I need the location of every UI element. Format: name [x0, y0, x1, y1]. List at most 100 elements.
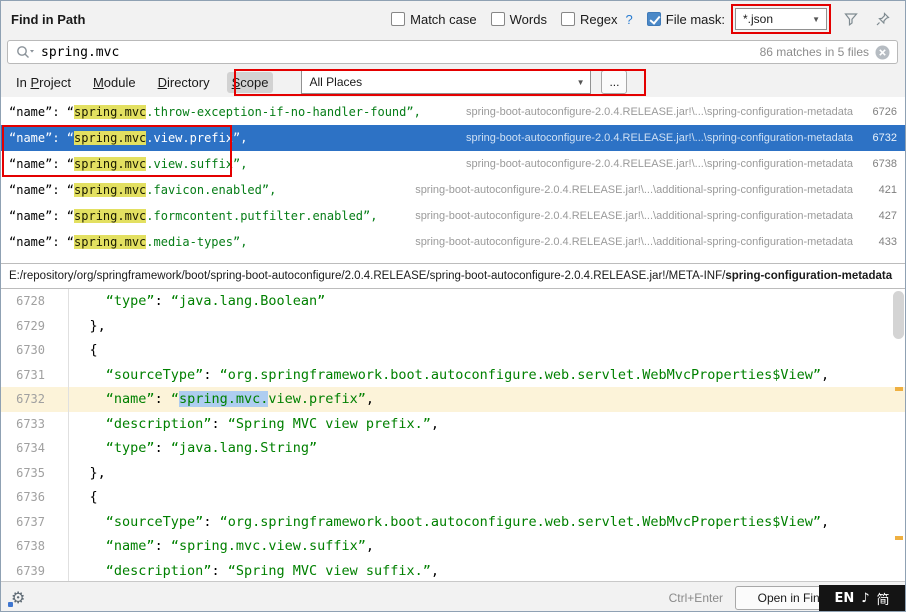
file-mask-option[interactable]: File mask:: [647, 12, 725, 27]
words-checkbox[interactable]: [491, 12, 505, 26]
pin-icon: [875, 11, 891, 27]
code-token: [57, 391, 106, 407]
code-token: “name”: [106, 538, 155, 554]
clear-search-icon[interactable]: [875, 45, 890, 60]
regex-checkbox[interactable]: [561, 12, 575, 26]
search-match-highlight: spring.mvc: [74, 209, 146, 223]
tab-text: roject: [39, 75, 71, 90]
code-token: :: [155, 293, 171, 309]
editor-line: 6730 {: [1, 338, 905, 363]
words-option[interactable]: Words: [491, 12, 547, 27]
tab-mnemonic: M: [93, 75, 104, 90]
code-token: },: [57, 465, 106, 481]
scope-tab-scope[interactable]: Scope: [227, 72, 274, 93]
line-number: 6739: [1, 564, 57, 578]
regex-help-link[interactable]: ?: [626, 12, 633, 27]
pin-button[interactable]: [871, 7, 895, 31]
regex-option[interactable]: Regex ?: [561, 12, 633, 27]
result-row[interactable]: “name”: “spring.mvc.throw-exception-if-n…: [1, 99, 905, 125]
chevron-down-icon: ▼: [571, 78, 591, 87]
match-case-label: Match case: [410, 12, 476, 27]
code-token: },: [57, 318, 106, 334]
line-number: 6733: [1, 417, 57, 431]
code-token: [57, 416, 106, 432]
ime-language-indicator[interactable]: EN ♪ 简: [819, 585, 905, 611]
code-token: :: [211, 416, 227, 432]
editor-scrollbar[interactable]: [893, 291, 904, 339]
scope-tab-directory[interactable]: Directory: [153, 72, 215, 93]
result-code-prefix: “name”: “: [9, 235, 74, 249]
file-mask-combobox[interactable]: *.json ▼: [735, 8, 827, 30]
search-options: Match case Words Regex ? File mask: *.js…: [377, 4, 895, 34]
scope-value: All Places: [309, 75, 362, 89]
code-token: {: [57, 489, 98, 505]
code-token: :: [203, 514, 219, 530]
error-stripe-mark[interactable]: [895, 536, 903, 540]
editor-line: 6728 “type”: “java.lang.Boolean”: [1, 289, 905, 314]
code-token: ,: [366, 538, 374, 554]
file-mask-value: *.json: [743, 12, 773, 26]
code-token: ,: [821, 367, 829, 383]
file-mask-label: File mask:: [666, 12, 725, 27]
line-number: 6728: [1, 294, 57, 308]
search-input[interactable]: spring.mvc 86 matches in 5 files: [7, 40, 898, 64]
line-number: 6729: [1, 319, 57, 333]
browse-scopes-button[interactable]: ...: [601, 70, 627, 94]
result-code-prefix: “name”: “: [9, 105, 74, 119]
settings-gear-button[interactable]: ⚙: [11, 590, 25, 606]
ime-icon: ♪: [861, 591, 869, 606]
code-token: :: [203, 367, 219, 383]
code-token: [57, 367, 106, 383]
file-path-prefix: E:/repository/org/springframework/boot/s…: [9, 270, 725, 282]
result-code-prefix: “name”: “: [9, 131, 74, 145]
settings-badge: [8, 602, 13, 607]
code-token: “type”: [106, 440, 155, 456]
scope-tab-module[interactable]: Module: [88, 72, 141, 93]
statusbar: ⚙ Ctrl+Enter Open in Find Window: [1, 581, 905, 612]
gutter-separator: [68, 289, 69, 581]
result-row[interactable]: “name”: “spring.mvc.favicon.enabled”, spr…: [1, 177, 905, 203]
editor-line: 6731 “sourceType”: “org.springframework.…: [1, 363, 905, 388]
result-row[interactable]: “name”: “spring.mvc.view.suffix”,spring-…: [1, 151, 905, 177]
code-token: ,: [821, 514, 829, 530]
result-file: spring-boot-autoconfigure-2.0.4.RELEASE.…: [466, 132, 853, 144]
code-token: “description”: [106, 416, 212, 432]
ime-cn: 简: [877, 589, 890, 608]
code-token: “name”: [106, 391, 155, 407]
line-number: 6732: [1, 392, 57, 406]
editor-line: 6734 “type”: “java.lang.String”: [1, 436, 905, 461]
line-code: “name”: “spring.mvc.view.prefix”,: [57, 391, 374, 407]
result-code-prefix: “name”: “: [9, 157, 74, 171]
result-code-suffix: .formcontent.putfilter.enabled”,: [146, 209, 377, 223]
result-file: spring-boot-autoconfigure-2.0.4.RELEASE.…: [415, 184, 853, 196]
match-case-checkbox[interactable]: [391, 12, 405, 26]
result-row[interactable]: “name”: “spring.mvc.media-types”,spring-…: [1, 229, 905, 255]
line-number: 6730: [1, 343, 57, 357]
code-token: “type”: [106, 293, 155, 309]
error-stripe-mark[interactable]: [895, 387, 903, 391]
result-code: “name”: “spring.mvc.view.prefix”,: [9, 131, 247, 145]
file-mask-checkbox[interactable]: [647, 12, 661, 26]
filter-button[interactable]: [839, 7, 863, 31]
code-token: :: [155, 440, 171, 456]
code-token: :: [155, 391, 171, 407]
editor-line: 6737 “sourceType”: “org.springframework.…: [1, 510, 905, 535]
result-row[interactable]: “name”: “spring.mvc.view.prefix”, spring-…: [1, 125, 905, 151]
editor-preview[interactable]: 6728 “type”: “java.lang.Boolean”6729 },6…: [1, 289, 905, 581]
editor-line: 6729 },: [1, 314, 905, 339]
match-case-option[interactable]: Match case: [391, 12, 476, 27]
code-token: :: [211, 563, 227, 579]
result-file: spring-boot-autoconfigure-2.0.4.RELEASE.…: [466, 106, 853, 118]
search-match-highlight: spring.mvc: [74, 157, 146, 171]
tab-mnemonic: P: [30, 75, 39, 90]
ime-lang: EN: [834, 591, 854, 606]
line-code: {: [57, 489, 98, 505]
line-number: 6731: [1, 368, 57, 382]
result-code: “name”: “spring.mvc.favicon.enabled”,: [9, 183, 276, 197]
scope-combobox[interactable]: All Places ▼: [301, 70, 591, 94]
code-token: {: [57, 342, 98, 358]
shortcut-hint: Ctrl+Enter: [669, 591, 723, 605]
result-code-suffix: .view.suffix”,: [146, 157, 247, 171]
scope-tab-in-project[interactable]: In Project: [11, 72, 76, 93]
result-row[interactable]: “name”: “spring.mvc.formcontent.putfilte…: [1, 203, 905, 229]
